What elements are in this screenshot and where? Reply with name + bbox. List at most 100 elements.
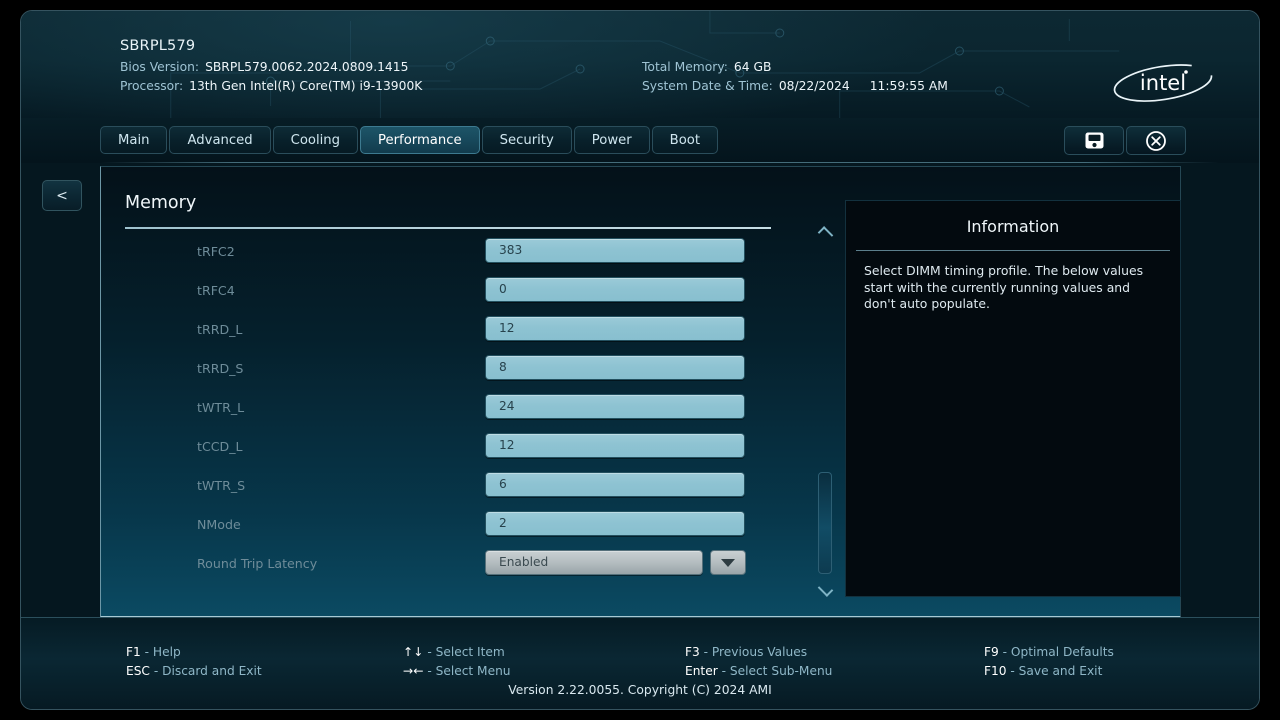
main-menu-bar: Main Advanced Cooling Performance Security Po…: [21, 118, 1259, 163]
setting-value-input[interactable]: 12: [485, 433, 745, 458]
hint-key: F1: [126, 645, 141, 659]
svg-text:intel: intel: [1140, 71, 1186, 95]
tab-performance[interactable]: Performance: [360, 126, 480, 154]
board-name: SBRPL579: [120, 38, 196, 54]
setting-label: Round Trip Latency: [197, 556, 318, 571]
processor-label: Processor:: [120, 79, 184, 93]
scroll-up-button[interactable]: [815, 225, 835, 242]
hint-select-menu: →← - Select Menu: [403, 664, 511, 678]
bios-setup-window: SBRPL579 Bios Version: SBRPL579.0062.2024…: [20, 10, 1260, 710]
tab-label: Power: [591, 132, 632, 148]
settings-panel: Memory tRFC2 383 tRFC4 0 tRRD_L 12 tRRD_S 8 tWTR…: [100, 166, 1181, 618]
tab-security[interactable]: Security: [481, 126, 572, 154]
total-memory-value: 64 GB: [733, 60, 772, 74]
exit-button[interactable]: [1126, 126, 1186, 155]
chevron-up-icon: [817, 225, 833, 242]
hint-key: ↑↓: [403, 645, 424, 659]
save-button[interactable]: [1064, 126, 1124, 155]
setting-value-input[interactable]: 6: [485, 472, 745, 497]
total-memory-row: Total Memory: 64 GB: [642, 60, 771, 74]
tab-boot[interactable]: Boot: [651, 126, 718, 154]
hint-esc: ESC - Discard and Exit: [126, 664, 262, 678]
tab-power[interactable]: Power: [573, 126, 650, 154]
setting-value: 24: [499, 399, 515, 413]
setting-value-input[interactable]: 8: [485, 355, 745, 380]
scrollbar-thumb[interactable]: [818, 472, 832, 574]
system-datetime-label: System Date & Time:: [642, 79, 773, 93]
information-title: Information: [966, 217, 1060, 236]
hint-key: Enter: [685, 664, 718, 678]
hint-f1: F1 - Help: [126, 645, 181, 659]
setting-label: tRFC4: [197, 283, 235, 298]
settings-row-list: tRFC2 383 tRFC4 0 tRRD_L 12 tRRD_S 8 tWTR_L 24 tCC…: [101, 235, 787, 586]
setting-value-input[interactable]: 24: [485, 394, 745, 419]
bios-version-label: Bios Version:: [120, 60, 200, 74]
tab-main[interactable]: Main: [100, 126, 168, 154]
section-title: Memory: [125, 193, 197, 213]
information-text: Select DIMM timing profile. The below va…: [864, 263, 1144, 311]
bios-version-row: Bios Version: SBRPL579.0062.2024.0809.141…: [120, 60, 408, 74]
back-button[interactable]: <: [42, 180, 82, 211]
setting-value: 12: [499, 438, 515, 452]
total-memory-label: Total Memory:: [642, 60, 728, 74]
system-datetime-row: System Date & Time: 08/22/2024 11:59:55 AM: [642, 79, 948, 93]
setting-value: 2: [499, 516, 507, 530]
scroll-down-button[interactable]: [815, 580, 835, 597]
setting-value-input[interactable]: 0: [485, 277, 745, 302]
tab-label: Main: [118, 132, 150, 148]
header-action-buttons: [1064, 126, 1186, 155]
tab-label: Performance: [378, 132, 462, 148]
hint-key: →←: [403, 664, 424, 678]
footer-help-bar: F1 - Help ESC - Discard and Exit ↑↓ - Se…: [21, 617, 1259, 709]
dropdown-toggle-button[interactable]: [710, 550, 746, 575]
system-date-value: 08/22/2024: [778, 79, 850, 93]
hint-desc: - Save and Exit: [1010, 664, 1103, 678]
setting-row[interactable]: NMode 2: [101, 508, 787, 547]
exit-circle-x-icon: [1146, 130, 1166, 151]
setting-value-input[interactable]: 12: [485, 316, 745, 341]
header-bar: SBRPL579 Bios Version: SBRPL579.0062.2024…: [21, 11, 1259, 118]
setting-value-input[interactable]: 383: [485, 238, 745, 263]
setting-label: tRRD_S: [197, 361, 244, 376]
setting-label: tCCD_L: [197, 439, 243, 454]
tab-label: Boot: [669, 132, 700, 148]
setting-dropdown[interactable]: Enabled: [485, 550, 703, 575]
ami-version-text: Version 2.22.0055. Copyright (C) 2024 AM…: [508, 683, 772, 697]
setting-row[interactable]: tWTR_S 6: [101, 469, 787, 508]
hint-key: ESC: [126, 664, 150, 678]
setting-value: 12: [499, 321, 515, 335]
setting-row[interactable]: tWTR_L 24: [101, 391, 787, 430]
tab-list: Main Advanced Cooling Performance Security Po…: [100, 126, 718, 154]
setting-row[interactable]: tRFC4 0: [101, 274, 787, 313]
hint-desc: - Select Item: [427, 645, 505, 659]
setting-row[interactable]: tRFC2 383: [101, 235, 787, 274]
setting-value-input[interactable]: 2: [485, 511, 745, 536]
hint-key: F3: [685, 645, 700, 659]
setting-label: tWTR_S: [197, 478, 246, 493]
bios-version-value: SBRPL579.0062.2024.0809.1415: [205, 60, 409, 74]
setting-row[interactable]: tRRD_L 12: [101, 313, 787, 352]
hint-f9: F9 - Optimal Defaults: [984, 645, 1114, 659]
information-panel: Information Select DIMM timing profile. …: [845, 200, 1181, 597]
hint-key: F10: [984, 664, 1007, 678]
section-divider: [125, 227, 771, 229]
settings-scrollbar[interactable]: [807, 225, 843, 597]
tab-advanced[interactable]: Advanced: [169, 126, 271, 154]
information-divider: [856, 250, 1170, 251]
hint-desc: - Select Menu: [427, 664, 511, 678]
setting-row[interactable]: tCCD_L 12: [101, 430, 787, 469]
tab-underline: [100, 162, 1219, 163]
tab-cooling[interactable]: Cooling: [272, 126, 359, 154]
hint-key: F9: [984, 645, 999, 659]
processor-value: 13th Gen Intel(R) Core(TM) i9-13900K: [189, 79, 423, 93]
hint-select-item: ↑↓ - Select Item: [403, 645, 505, 659]
hint-desc: - Optimal Defaults: [1002, 645, 1114, 659]
setting-value: Enabled: [499, 555, 549, 569]
tab-label: Advanced: [187, 132, 253, 148]
setting-row[interactable]: tRRD_S 8: [101, 352, 787, 391]
tab-label: Security: [499, 132, 554, 148]
setting-row[interactable]: Round Trip Latency Enabled: [101, 547, 787, 586]
hint-enter: Enter - Select Sub-Menu: [685, 664, 832, 678]
hint-desc: - Previous Values: [703, 645, 808, 659]
system-time-value: 11:59:55 AM: [869, 79, 948, 93]
